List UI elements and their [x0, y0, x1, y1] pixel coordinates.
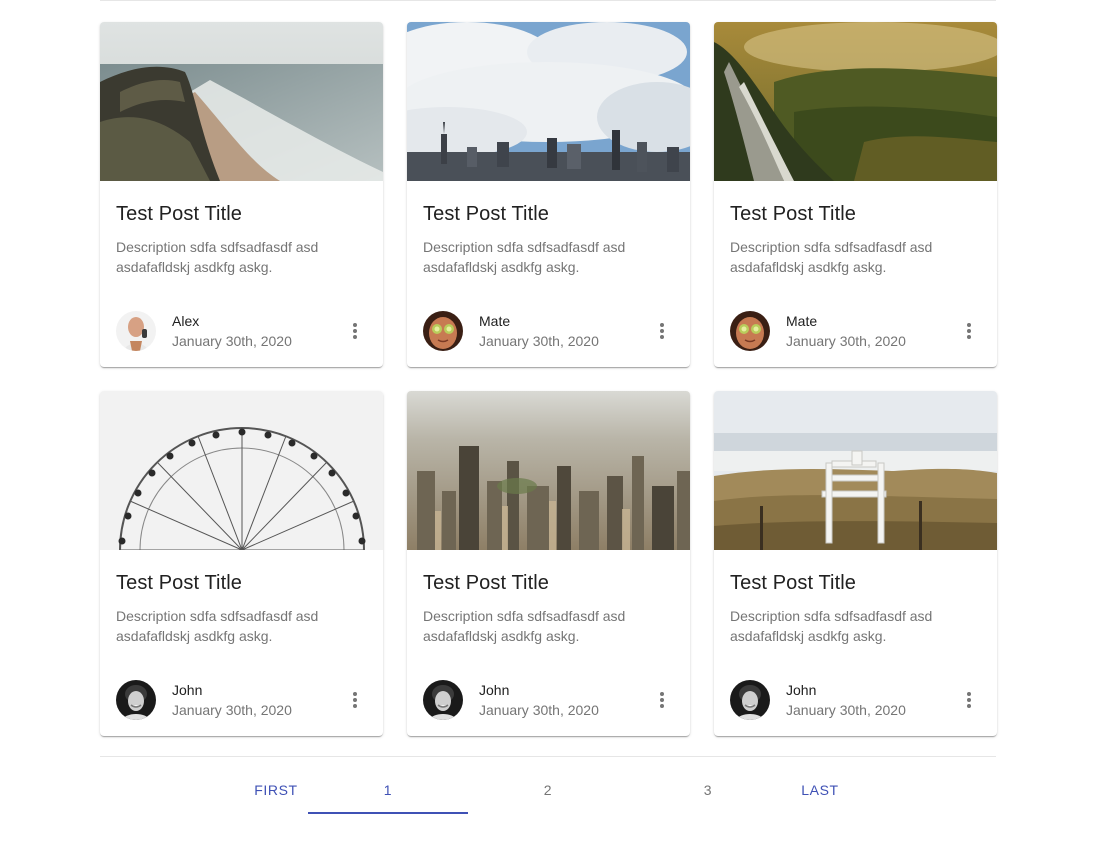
post-title: Test Post Title: [730, 572, 856, 594]
post-card[interactable]: Test Post Title Description sdfa sdfsadf…: [100, 391, 383, 736]
post-title: Test Post Title: [116, 203, 242, 225]
beach-cliff-image[interactable]: [100, 22, 383, 181]
post-description: Description sdfa sdfsadfasdf asd asdafaf…: [730, 608, 933, 644]
post-date: January 30th, 2020: [479, 333, 599, 349]
lifeguard-chair-image[interactable]: [714, 391, 997, 550]
john-avatar[interactable]: [116, 680, 156, 720]
post-date: January 30th, 2020: [786, 702, 906, 718]
more-vert-icon: [353, 323, 357, 339]
forest-waterfall-image[interactable]: [714, 22, 997, 181]
post-description: Description sdfa sdfsadfasdf asd asdafaf…: [116, 608, 319, 644]
city-clouds-image[interactable]: [407, 22, 690, 181]
post-date: January 30th, 2020: [172, 333, 292, 349]
post-date: January 30th, 2020: [172, 702, 292, 718]
post-description: Description sdfa sdfsadfasdf asd asdafaf…: [423, 239, 626, 275]
more-vert-icon: [353, 692, 357, 708]
author-name: Mate: [786, 313, 818, 329]
post-footer: Alex January 30th, 2020: [116, 310, 367, 352]
more-vert-icon: [967, 692, 971, 708]
post-description: Description sdfa sdfsadfasdf asd asdafaf…: [730, 239, 933, 275]
ferris-wheel-image[interactable]: [100, 391, 383, 550]
more-vert-icon: [660, 692, 664, 708]
mate-avatar[interactable]: [730, 311, 770, 351]
john-avatar[interactable]: [730, 680, 770, 720]
post-title: Test Post Title: [423, 572, 549, 594]
post-card[interactable]: Test Post Title Description sdfa sdfsadf…: [407, 22, 690, 367]
post-description: Description sdfa sdfsadfasdf asd asdafaf…: [116, 239, 319, 275]
post-footer: John January 30th, 2020: [116, 679, 367, 721]
more-vert-icon: [660, 323, 664, 339]
active-page-indicator: [308, 812, 468, 814]
author-name: Alex: [172, 313, 200, 329]
more-options-button[interactable]: [642, 680, 682, 720]
post-title: Test Post Title: [116, 572, 242, 594]
page-2-button[interactable]: 2: [468, 766, 628, 814]
post-title: Test Post Title: [423, 203, 549, 225]
more-options-button[interactable]: [335, 680, 375, 720]
post-date: January 30th, 2020: [786, 333, 906, 349]
top-divider: [100, 0, 996, 1]
post-card[interactable]: Test Post Title Description sdfa sdfsadf…: [407, 391, 690, 736]
city-aerial-image[interactable]: [407, 391, 690, 550]
author-name: Mate: [479, 313, 511, 329]
post-footer: Mate January 30th, 2020: [423, 310, 674, 352]
post-card[interactable]: Test Post Title Description sdfa sdfsadf…: [100, 22, 383, 367]
post-date: January 30th, 2020: [479, 702, 599, 718]
john-avatar[interactable]: [423, 680, 463, 720]
post-title: Test Post Title: [730, 203, 856, 225]
post-footer: John January 30th, 2020: [730, 679, 981, 721]
more-vert-icon: [967, 323, 971, 339]
pagination: FIRST 1 2 3 LAST: [100, 766, 996, 814]
author-name: John: [479, 682, 510, 698]
more-options-button[interactable]: [949, 680, 989, 720]
post-grid: Test Post Title Description sdfa sdfsadf…: [100, 22, 997, 736]
author-name: John: [786, 682, 817, 698]
post-footer: Mate January 30th, 2020: [730, 310, 981, 352]
alex-avatar[interactable]: [116, 311, 156, 351]
last-page-button[interactable]: LAST: [772, 766, 868, 814]
more-options-button[interactable]: [335, 311, 375, 351]
page-3-button[interactable]: 3: [628, 766, 788, 814]
post-footer: John January 30th, 2020: [423, 679, 674, 721]
pagination-divider: [100, 756, 996, 757]
page-1-button[interactable]: 1: [308, 766, 468, 814]
more-options-button[interactable]: [642, 311, 682, 351]
post-card[interactable]: Test Post Title Description sdfa sdfsadf…: [714, 22, 997, 367]
author-name: John: [172, 682, 203, 698]
post-card[interactable]: Test Post Title Description sdfa sdfsadf…: [714, 391, 997, 736]
mate-avatar[interactable]: [423, 311, 463, 351]
post-description: Description sdfa sdfsadfasdf asd asdafaf…: [423, 608, 626, 644]
more-options-button[interactable]: [949, 311, 989, 351]
